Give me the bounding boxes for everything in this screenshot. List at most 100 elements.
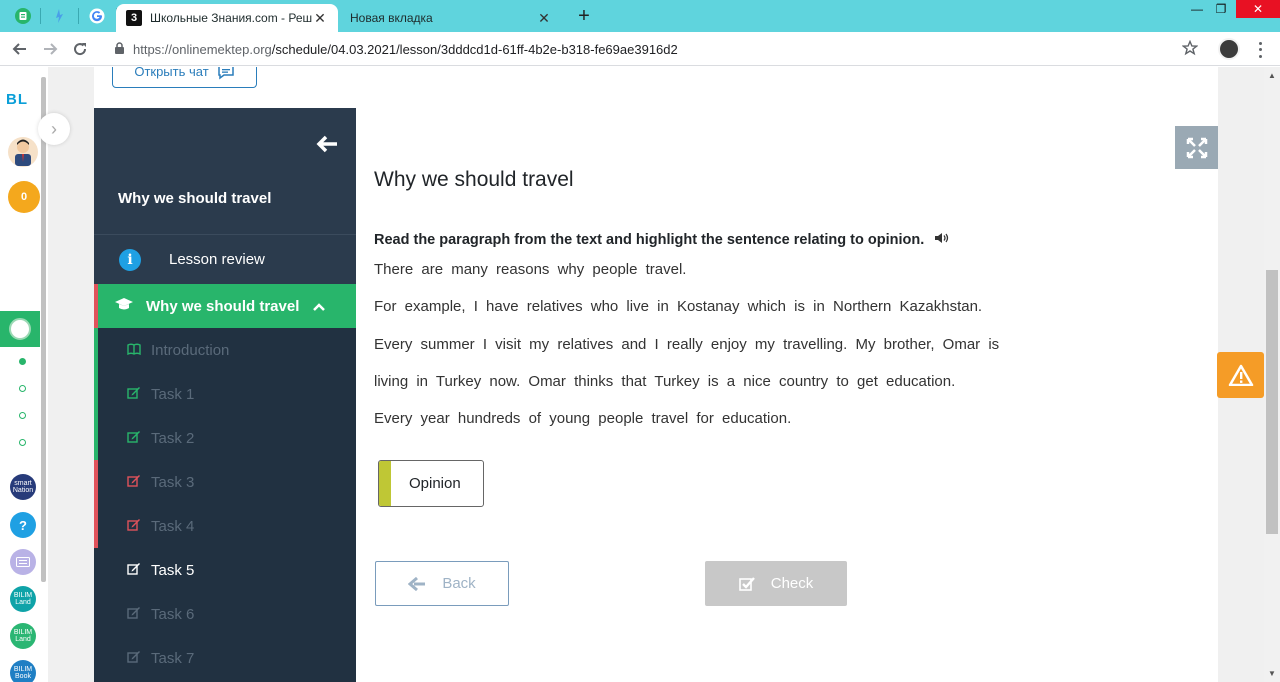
expand-rail-chevron-icon[interactable]: › [38,113,70,145]
opinion-highlighter-button[interactable]: Opinion [378,460,484,507]
bilimland-app-icon-2[interactable]: BILIM Land [10,623,36,649]
scrollbar-thumb[interactable] [1266,270,1278,534]
rail-dot[interactable] [19,412,26,419]
profile-avatar[interactable] [1218,38,1240,60]
edit-icon [127,518,145,534]
open-chat-label: Открыть чат [134,67,209,79]
browser-menu-icon[interactable] [1254,40,1266,60]
text-sentence[interactable]: For example, I have relatives who live i… [374,298,982,315]
edit-icon [127,474,145,490]
task-title: Why we should travel [374,168,574,191]
sidebar-item-task-4[interactable]: Task 4 [94,504,356,548]
chat-icon [217,67,234,79]
speaker-icon[interactable] [934,232,950,248]
text-sentence[interactable]: living in Turkey now. Omar thinks that T… [374,373,955,390]
bilimbook-app-icon[interactable]: BILIM Book [10,660,36,682]
sidebar-item-task-3[interactable]: Task 3 [94,460,356,504]
task-instruction: Read the paragraph from the text and hig… [374,232,950,248]
scroll-up-icon[interactable]: ▲ [1268,71,1276,80]
back-button[interactable]: Back [375,561,509,606]
report-warning-icon[interactable] [1217,352,1264,398]
pinned-tab-1[interactable] [8,5,38,27]
sidebar-item-task-6[interactable]: Task 6 [94,592,356,636]
edit-icon [127,562,145,578]
section-label: Why we should travel [146,297,300,315]
lock-icon [114,41,125,57]
fullscreen-icon[interactable] [1175,126,1218,169]
edit-icon [127,430,145,446]
znanija-favicon: 3 [126,10,142,26]
back-nav-icon[interactable] [8,38,32,60]
lesson-review-label: Lesson review [169,251,265,268]
tab-new-tab[interactable]: Новая вкладка ✕ [340,4,562,32]
online-mektep-app-icon[interactable] [0,311,40,347]
close-tab-icon[interactable]: ✕ [312,10,328,27]
text-sentence[interactable]: Every summer I visit my relatives and I … [374,336,999,353]
window-close-icon[interactable]: ✕ [1236,0,1280,18]
sidebar-item-task-1[interactable]: Task 1 [94,372,356,416]
keyboard-app-icon[interactable] [10,549,36,575]
sidebar-item-task-2[interactable]: Task 2 [94,416,356,460]
instruction-text: Read the paragraph from the text and hig… [374,232,925,248]
page-viewport: BL 0 smart Nation ? BILIM Land BILIM Lan… [0,67,1280,682]
rail-dot[interactable] [19,358,26,365]
url-field[interactable]: https://onlinemektep.org/schedule/04.03.… [102,36,1206,62]
bookmark-star-icon[interactable] [1181,39,1199,59]
text-sentence[interactable]: Every year hundreds of young people trav… [374,410,791,427]
restore-icon[interactable]: ❐ [1206,0,1236,18]
user-avatar[interactable] [8,137,38,167]
new-tab-button[interactable]: + [572,5,596,27]
edit-icon [127,606,145,622]
opinion-label: Opinion [409,475,461,492]
bilimland-app-icon[interactable]: BILIM Land [10,586,36,612]
smart-nation-app-icon[interactable]: smart Nation [10,474,36,500]
bulb-icon [56,9,63,23]
left-rail: BL 0 smart Nation ? BILIM Land BILIM Lan… [0,67,48,682]
browser-tab-strip: 3 Школьные Знания.com - Решае ✕ Новая вк… [0,0,1280,32]
forward-nav-icon[interactable] [38,38,62,60]
check-label: Check [770,575,814,592]
app-icon [15,8,31,24]
help-icon[interactable]: ? [10,512,36,538]
points-badge[interactable]: 0 [8,181,40,213]
edit-icon [127,650,145,666]
page-scrollbar[interactable]: ▲ ▼ [1264,67,1280,682]
url-host: https://onlinemektep.org [133,41,272,57]
tab-znanija[interactable]: 3 Школьные Знания.com - Решае ✕ [116,4,338,32]
google-icon [89,8,105,24]
sidebar-item-task-7[interactable]: Task 7 [94,636,356,680]
pinned-tab-google[interactable] [82,5,112,27]
lesson-review-item[interactable]: i Lesson review [94,234,356,284]
arrow-left-icon [408,576,426,591]
tab-title: Новая вкладка [350,11,433,25]
graduation-cap-icon [114,297,134,315]
back-label: Back [442,575,476,592]
chevron-up-icon [313,298,326,314]
section-why-we-should-travel[interactable]: Why we should travel [94,284,356,328]
edit-icon [127,386,145,402]
rail-dot[interactable] [19,439,26,446]
pinned-tab-2[interactable] [44,5,74,27]
collapse-sidebar-arrow-icon[interactable] [316,135,338,159]
bilimland-logo[interactable]: BL [6,91,28,108]
check-button[interactable]: Check [705,561,847,606]
open-chat-button[interactable]: Открыть чат [112,67,257,88]
scroll-down-icon[interactable]: ▼ [1268,669,1276,678]
rail-scrollbar[interactable] [41,77,46,582]
info-icon: i [119,248,141,271]
task-content: Why we should travel Read the paragraph … [374,67,1074,682]
address-toolbar: https://onlinemektep.org/schedule/04.03.… [0,32,1280,66]
rail-dot[interactable] [19,385,26,392]
book-icon [127,343,145,358]
lesson-sidebar: Why we should travel i Lesson review Why… [94,108,356,682]
sidebar-item-task-5[interactable]: Task 5 [94,548,356,592]
url-path: /schedule/04.03.2021/lesson/3dddcd1d-61f… [271,41,678,57]
text-sentence[interactable]: There are many reasons why people travel… [374,261,686,278]
lesson-title: Why we should travel [118,190,272,207]
sidebar-header: Why we should travel [94,108,356,234]
lesson-page: Открыть чат Why we should travel i Lesso… [94,67,1218,682]
close-tab-icon[interactable]: ✕ [536,10,552,27]
reload-icon[interactable] [68,38,92,60]
sidebar-item-introduction[interactable]: Introduction [94,328,356,372]
tab-title: Школьные Знания.com - Решае [150,11,312,25]
